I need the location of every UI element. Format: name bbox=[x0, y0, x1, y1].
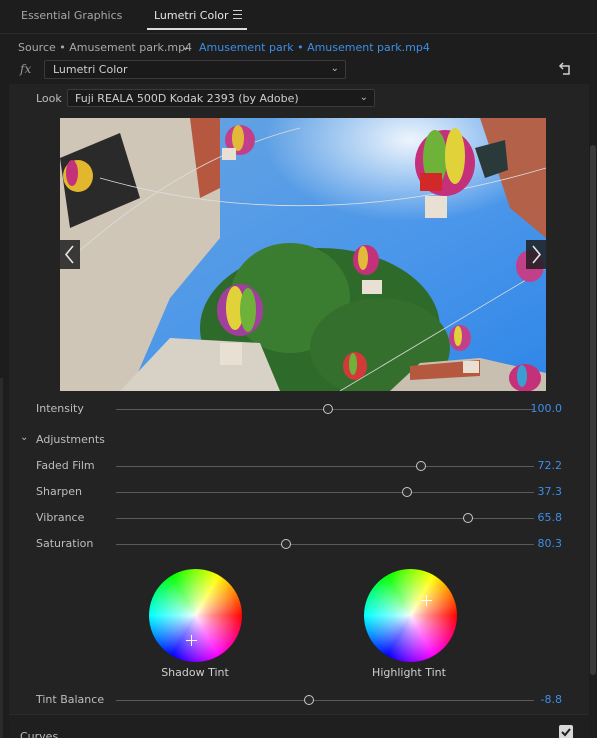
chevron-down-icon: ⌄ bbox=[330, 63, 339, 74]
faded-film-label: Faded Film bbox=[36, 459, 95, 472]
tint-balance-label: Tint Balance bbox=[36, 693, 105, 706]
chevron-down-icon: ⌄ bbox=[20, 432, 29, 443]
chevron-down-icon: ⌄ bbox=[359, 92, 368, 103]
look-select-value: Fuji REALA 500D Kodak 2393 (by Adobe) bbox=[75, 92, 299, 105]
look-preview-image bbox=[60, 118, 546, 391]
saturation-track[interactable] bbox=[116, 544, 534, 545]
shadow-tint-label: Shadow Tint bbox=[161, 666, 229, 679]
vibrance-label: Vibrance bbox=[36, 511, 85, 524]
tint-balance-track[interactable] bbox=[116, 700, 534, 701]
sharpen-label: Sharpen bbox=[36, 485, 82, 498]
vibrance-value[interactable]: 65.8 bbox=[538, 511, 563, 524]
panel-divider bbox=[0, 378, 3, 738]
prev-look-button[interactable] bbox=[60, 240, 80, 269]
vibrance-thumb[interactable] bbox=[462, 513, 473, 523]
panel-menu-icon[interactable] bbox=[233, 10, 242, 19]
shadow-tint-wheel[interactable] bbox=[149, 569, 242, 662]
saturation-value[interactable]: 80.3 bbox=[538, 537, 563, 550]
curves-label: Curves bbox=[20, 730, 59, 738]
curves-section-header[interactable]: Curves bbox=[9, 714, 589, 738]
faded-film-thumb[interactable] bbox=[416, 461, 427, 471]
saturation-thumb[interactable] bbox=[281, 539, 292, 549]
sharpen-thumb[interactable] bbox=[401, 487, 412, 497]
sharpen-value[interactable]: 37.3 bbox=[538, 485, 563, 498]
intensity-label: Intensity bbox=[36, 402, 84, 415]
source-clip-label[interactable]: Source • Amusement park.mp4 bbox=[18, 41, 192, 54]
faded-film-value[interactable]: 72.2 bbox=[538, 459, 563, 472]
panel-tab-bar: Essential Graphics Lumetri Color bbox=[0, 0, 597, 34]
saturation-label: Saturation bbox=[36, 537, 94, 550]
tab-essential-graphics[interactable]: Essential Graphics bbox=[21, 9, 122, 22]
shadow-tint-crosshair[interactable] bbox=[186, 635, 197, 646]
intensity-thumb[interactable] bbox=[322, 404, 333, 414]
look-label: Look bbox=[36, 92, 62, 105]
tint-balance-slider-row: Tint Balance -8.8 bbox=[0, 691, 597, 711]
shadow-tint-wheel-fill bbox=[149, 569, 242, 662]
adjustments-label: Adjustments bbox=[36, 433, 105, 446]
highlight-tint-wheel[interactable] bbox=[364, 569, 457, 662]
effect-select-value: Lumetri Color bbox=[53, 63, 128, 76]
sharpen-slider-row: Sharpen 37.3 bbox=[0, 483, 597, 503]
source-bar: Source • Amusement park.mp4 ⌄ Amusement … bbox=[0, 35, 597, 58]
intensity-slider-row: Intensity 100.0 bbox=[0, 400, 597, 420]
faded-film-track[interactable] bbox=[116, 466, 534, 467]
chevron-down-icon[interactable]: ⌄ bbox=[181, 40, 190, 53]
sequence-clip-link[interactable]: Amusement park • Amusement park.mp4 bbox=[199, 41, 430, 54]
saturation-slider-row: Saturation 80.3 bbox=[0, 535, 597, 555]
tint-balance-thumb[interactable] bbox=[304, 695, 315, 705]
intensity-value[interactable]: 100.0 bbox=[531, 402, 563, 415]
next-look-button[interactable] bbox=[526, 240, 546, 269]
faded-film-slider-row: Faded Film 72.2 bbox=[0, 457, 597, 477]
tab-lumetri-color[interactable]: Lumetri Color bbox=[154, 9, 229, 22]
reset-icon[interactable] bbox=[556, 61, 574, 79]
sharpen-track[interactable] bbox=[116, 492, 534, 493]
fx-icon[interactable]: fx bbox=[20, 62, 31, 76]
effect-select[interactable]: Lumetri Color ⌄ bbox=[44, 60, 346, 79]
curves-enable-checkbox[interactable] bbox=[559, 725, 573, 738]
highlight-tint-wheel-fill bbox=[364, 569, 457, 662]
tint-balance-value[interactable]: -8.8 bbox=[541, 693, 562, 706]
effect-row: fx Lumetri Color ⌄ bbox=[0, 58, 597, 84]
look-select[interactable]: Fuji REALA 500D Kodak 2393 (by Adobe) ⌄ bbox=[67, 89, 375, 107]
vibrance-slider-row: Vibrance 65.8 bbox=[0, 509, 597, 529]
highlight-tint-label: Highlight Tint bbox=[372, 666, 446, 679]
active-tab-underline bbox=[147, 28, 247, 30]
highlight-tint-crosshair[interactable] bbox=[421, 595, 432, 606]
